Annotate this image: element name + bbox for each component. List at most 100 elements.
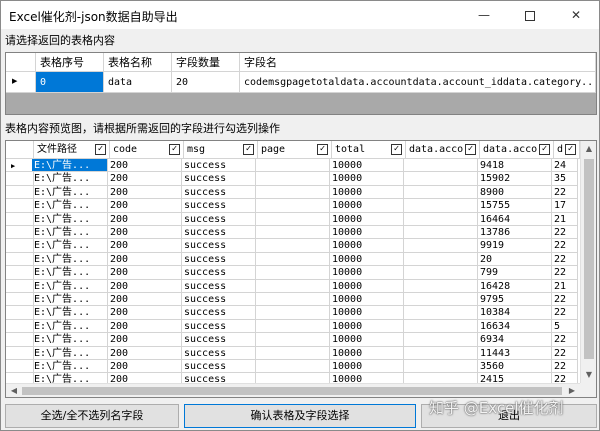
preview-cell[interactable]: success — [182, 172, 256, 186]
preview-cell[interactable]: 200 — [108, 279, 182, 293]
preview-cell[interactable] — [404, 346, 478, 360]
preview-cell[interactable]: 9919 — [478, 239, 552, 253]
preview-cell[interactable] — [404, 319, 478, 334]
preview-table-row[interactable]: E:\广告... 200 success 10000 6934 22 — [6, 333, 580, 347]
preview-cell[interactable]: 8900 — [478, 185, 552, 200]
preview-cell[interactable] — [404, 306, 478, 320]
preview-cell[interactable]: 20 — [478, 252, 552, 267]
column-header-table-index[interactable]: 表格序号 — [36, 53, 104, 72]
preview-row-header[interactable] — [6, 346, 34, 360]
table-select-grid[interactable]: 表格序号 表格名称 字段数量 字段名 ▶ 0 data 20 codemsgpa… — [5, 52, 597, 115]
preview-cell[interactable]: success — [182, 226, 256, 240]
preview-row-header[interactable] — [6, 360, 34, 374]
preview-cell[interactable]: E:\广告... — [32, 319, 108, 334]
confirm-selection-button[interactable]: 确认表格及字段选择 — [184, 404, 416, 428]
preview-cell[interactable]: E:\广告... — [32, 306, 108, 320]
preview-cell[interactable]: 10000 — [330, 212, 404, 226]
preview-cell[interactable] — [404, 159, 478, 173]
preview-cell[interactable]: 22 — [552, 252, 578, 267]
column-select-checkbox[interactable]: ✓ — [391, 144, 402, 155]
preview-cell[interactable]: E:\广告... — [32, 239, 108, 253]
preview-cell[interactable]: E:\广告... — [32, 279, 108, 293]
preview-row-header[interactable] — [6, 226, 34, 240]
preview-cell[interactable]: E:\广告... — [32, 346, 108, 360]
preview-cell[interactable]: 35 — [552, 172, 578, 186]
preview-column-header[interactable]: d.a✓ — [554, 141, 580, 159]
preview-cell[interactable]: 22 — [552, 239, 578, 253]
scroll-left-icon[interactable]: ◀ — [6, 383, 22, 397]
preview-cell[interactable]: 22 — [552, 226, 578, 240]
preview-cell[interactable]: 22 — [552, 346, 578, 360]
preview-cell[interactable]: 22 — [552, 293, 578, 307]
preview-cell[interactable]: success — [182, 159, 256, 173]
preview-cell[interactable]: E:\广告... — [32, 185, 108, 200]
preview-cell[interactable] — [256, 306, 330, 320]
preview-cell[interactable] — [256, 252, 330, 267]
preview-grid[interactable]: 文件路径 ✓ code ✓ msg ✓ page ✓ total ✓ data.acco ✓ data.… — [5, 140, 597, 398]
preview-table-row[interactable]: E:\广告... 200 success 10000 16428 21 — [6, 279, 580, 293]
preview-cell[interactable] — [256, 239, 330, 253]
preview-cell[interactable]: E:\广告... — [32, 293, 108, 307]
preview-row-header[interactable] — [6, 239, 34, 253]
preview-cell[interactable]: 10000 — [330, 199, 404, 213]
preview-row-header[interactable] — [6, 279, 34, 293]
preview-cell[interactable]: 16428 — [478, 279, 552, 293]
preview-cell[interactable]: E:\广告... — [32, 212, 108, 226]
preview-cell[interactable]: success — [182, 239, 256, 253]
preview-cell[interactable]: success — [182, 346, 256, 360]
preview-cell[interactable] — [256, 226, 330, 240]
preview-table-row[interactable]: E:\广告... 200 success 10000 799 22 — [6, 266, 580, 280]
preview-cell[interactable]: 200 — [108, 199, 182, 213]
column-header-table-name[interactable]: 表格名称 — [104, 53, 172, 72]
preview-cell[interactable]: 10000 — [330, 293, 404, 307]
preview-cell[interactable]: 10000 — [330, 185, 404, 200]
preview-table-row[interactable]: E:\广告... 200 success 10000 13786 22 — [6, 226, 580, 240]
preview-column-header[interactable]: 文件路径 ✓ — [34, 141, 110, 159]
preview-table-row[interactable]: E:\广告... 200 success 10000 16464 21 — [6, 212, 580, 226]
horizontal-scroll-thumb[interactable] — [22, 387, 562, 395]
preview-cell[interactable]: 22 — [552, 185, 578, 200]
preview-cell[interactable] — [404, 333, 478, 347]
table-row[interactable]: ▶ 0 data 20 codemsgpagetotaldata.account… — [6, 72, 596, 93]
preview-cell[interactable]: 10000 — [330, 333, 404, 347]
preview-cell[interactable]: 200 — [108, 306, 182, 320]
preview-cell[interactable]: 10000 — [330, 226, 404, 240]
preview-cell[interactable]: 10000 — [330, 319, 404, 334]
preview-cell[interactable]: 10000 — [330, 172, 404, 186]
column-select-checkbox[interactable]: ✓ — [317, 144, 328, 155]
preview-cell[interactable] — [256, 333, 330, 347]
preview-column-header[interactable]: code ✓ — [110, 141, 184, 159]
preview-column-header[interactable]: page ✓ — [258, 141, 332, 159]
preview-cell[interactable] — [256, 266, 330, 280]
preview-cell[interactable]: success — [182, 279, 256, 293]
column-select-checkbox[interactable]: ✓ — [565, 144, 576, 155]
column-select-checkbox[interactable]: ✓ — [169, 144, 180, 155]
preview-cell[interactable]: 200 — [108, 159, 182, 173]
preview-cell[interactable]: 10000 — [330, 346, 404, 360]
preview-cell[interactable]: 5 — [552, 319, 578, 334]
preview-cell[interactable] — [404, 279, 478, 293]
preview-column-header[interactable]: total ✓ — [332, 141, 406, 159]
preview-cell[interactable]: 200 — [108, 360, 182, 374]
minimize-button[interactable]: — — [461, 1, 507, 29]
preview-cell[interactable]: success — [182, 306, 256, 320]
preview-cell[interactable]: 799 — [478, 266, 552, 280]
preview-cell[interactable] — [256, 279, 330, 293]
vertical-scrollbar[interactable]: ▲ ▼ — [580, 141, 596, 383]
preview-cell[interactable]: 200 — [108, 185, 182, 200]
preview-cell[interactable] — [256, 172, 330, 186]
preview-cell[interactable] — [404, 172, 478, 186]
preview-cell[interactable]: 200 — [108, 319, 182, 334]
field-count-cell[interactable]: 20 — [172, 72, 240, 93]
preview-row-header[interactable] — [6, 319, 34, 334]
column-header-field-names[interactable]: 字段名 — [240, 53, 596, 72]
preview-cell[interactable]: 24 — [552, 159, 578, 173]
preview-table-row[interactable]: E:\广告... 200 success 10000 9919 22 — [6, 239, 580, 253]
preview-cell[interactable] — [256, 319, 330, 334]
preview-cell[interactable]: 10000 — [330, 266, 404, 280]
preview-cell[interactable] — [404, 199, 478, 213]
preview-cell[interactable] — [404, 360, 478, 374]
preview-cell[interactable]: success — [182, 212, 256, 226]
preview-cell[interactable]: E:\广告... — [32, 226, 108, 240]
preview-cell[interactable]: 17 — [552, 199, 578, 213]
